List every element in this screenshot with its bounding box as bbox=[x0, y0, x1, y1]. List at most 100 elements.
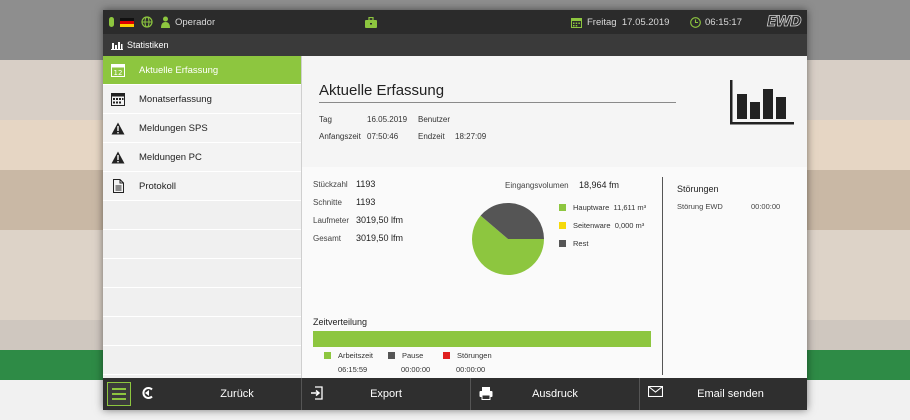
sidebar-empty-row bbox=[103, 288, 301, 317]
legend-value: 11,611 m³ bbox=[613, 203, 647, 212]
sidebar: 12 Aktuelle Erfassung Monatserfassung Me… bbox=[103, 56, 302, 378]
stat-laufmeter: Laufmeter bbox=[313, 216, 349, 225]
statistics-icon bbox=[111, 41, 123, 50]
print-button[interactable]: Ausdruck bbox=[471, 378, 640, 410]
pause-value: 00:00:00 bbox=[401, 365, 431, 374]
menu-icon-line bbox=[112, 388, 126, 390]
operator-label[interactable]: Operador bbox=[175, 10, 215, 34]
volume-pie-chart bbox=[472, 202, 544, 275]
legend-hauptware: Hauptware 11,611 m³ bbox=[559, 203, 646, 212]
menu-icon-line bbox=[112, 398, 126, 400]
export-icon bbox=[311, 386, 323, 400]
sidebar-empty-row bbox=[103, 346, 301, 375]
warning-icon bbox=[111, 150, 125, 164]
vertical-divider bbox=[662, 177, 663, 375]
stat-value: 3019,50 lfm bbox=[356, 215, 404, 225]
german-flag-icon[interactable] bbox=[120, 10, 134, 34]
stat-schnitte-value-wrap: 1193 bbox=[356, 197, 375, 207]
calendar-month-icon bbox=[111, 92, 125, 106]
anfangszeit-label: Anfangszeit bbox=[319, 132, 361, 141]
calendar-icon bbox=[571, 10, 583, 34]
globe-icon[interactable] bbox=[141, 10, 153, 34]
section-title: Statistiken bbox=[127, 40, 169, 50]
date-display: Freitag 17.05.2019 bbox=[587, 10, 669, 34]
legend-pause: Pause bbox=[388, 351, 423, 360]
printer-icon bbox=[479, 387, 493, 400]
status-indicator-icon bbox=[109, 10, 115, 34]
sidebar-empty-row bbox=[103, 317, 301, 346]
back-label: Zurück bbox=[220, 388, 254, 400]
clock-icon bbox=[690, 10, 702, 34]
stat-label: Stückzahl bbox=[313, 180, 348, 189]
legend-swatch bbox=[443, 352, 450, 359]
email-button[interactable]: Email senden bbox=[640, 378, 807, 410]
briefcase-icon[interactable] bbox=[365, 10, 379, 34]
legend-arbeitszeit: Arbeitszeit bbox=[324, 351, 373, 360]
legend-swatch bbox=[388, 352, 395, 359]
legend-label: Pause bbox=[402, 351, 424, 360]
stoerung-ewd-value: 00:00:00 bbox=[751, 202, 781, 211]
sidebar-empty-row bbox=[103, 230, 301, 259]
sidebar-empty-row bbox=[103, 259, 301, 288]
stoerung-ewd-label: Störung EWD bbox=[677, 202, 723, 211]
user-icon[interactable] bbox=[161, 10, 171, 34]
menu-button[interactable] bbox=[107, 382, 131, 406]
sidebar-empty-row bbox=[103, 201, 301, 230]
stat-gesamt: Gesamt bbox=[313, 234, 341, 243]
stoerungen-value: 00:00:00 bbox=[456, 365, 486, 374]
title-underline bbox=[319, 102, 676, 103]
back-arrow-icon bbox=[142, 387, 153, 399]
benutzer-label: Benutzer bbox=[418, 115, 451, 124]
stat-laufmeter-value-wrap: 3019,50 lfm bbox=[356, 215, 403, 225]
day-label: Freitag bbox=[587, 16, 617, 28]
back-button[interactable]: Zurück bbox=[133, 378, 302, 410]
menu-icon-line bbox=[112, 393, 126, 395]
tag-value: 16.05.2019 bbox=[367, 115, 408, 124]
email-label: Email senden bbox=[697, 388, 764, 400]
sidebar-item-meldungen-pc[interactable]: Meldungen PC bbox=[103, 143, 301, 172]
legend-value: 0,000 m³ bbox=[614, 221, 645, 230]
stoerungen-title: Störungen bbox=[677, 184, 719, 194]
sidebar-item-label: Aktuelle Erfassung bbox=[139, 64, 219, 76]
sidebar-item-protokoll[interactable]: Protokoll bbox=[103, 172, 301, 201]
stat-gesamt-value-wrap: 3019,50 lfm bbox=[356, 233, 403, 243]
app-window: Operador Freitag 17.05.2019 06:15:17 EWD… bbox=[103, 10, 807, 410]
document-icon bbox=[111, 179, 125, 193]
legend-label: Seitenware bbox=[573, 221, 611, 230]
stat-label: Laufmeter bbox=[313, 216, 350, 225]
anfangszeit-value: 07:50:46 bbox=[367, 132, 399, 141]
legend-seitenware: Seitenware 0,000 m³ bbox=[559, 221, 644, 230]
legend-stoerungen: Störungen bbox=[443, 351, 492, 360]
stat-value: 3019,50 lfm bbox=[356, 233, 404, 243]
sidebar-item-label: Protokoll bbox=[139, 180, 176, 192]
top-bar: Operador Freitag 17.05.2019 06:15:17 EWD bbox=[103, 10, 807, 34]
ewd-logo: EWD bbox=[767, 10, 805, 34]
endzeit-label: Endzeit bbox=[418, 132, 445, 141]
legend-swatch bbox=[559, 204, 566, 211]
stat-stueckzahl-value-wrap: 1193 bbox=[356, 179, 375, 189]
statistics-panel: Stückzahl 1193 Schnitte 1193 Laufmeter 3… bbox=[302, 167, 807, 378]
logo-text: EWD bbox=[767, 14, 802, 31]
sidebar-item-label: Meldungen PC bbox=[139, 151, 202, 163]
sidebar-item-aktuelle-erfassung[interactable]: 12 Aktuelle Erfassung bbox=[103, 56, 301, 85]
endzeit-value: 18:27:09 bbox=[455, 132, 487, 141]
legend-label: Rest bbox=[573, 239, 589, 248]
export-button[interactable]: Export bbox=[302, 378, 471, 410]
warning-icon bbox=[111, 121, 125, 135]
zeitverteilung-title: Zeitverteilung bbox=[313, 317, 368, 327]
legend-swatch bbox=[559, 222, 566, 229]
section-header: Statistiken bbox=[103, 34, 807, 56]
legend-label: Hauptware bbox=[573, 203, 610, 212]
sidebar-item-monatserfassung[interactable]: Monatserfassung bbox=[103, 85, 301, 114]
calendar-day-icon: 12 bbox=[111, 63, 125, 77]
page-title: Aktuelle Erfassung bbox=[319, 82, 445, 99]
export-label: Export bbox=[370, 388, 402, 400]
zeitverteilung-bar bbox=[313, 331, 651, 347]
bar-chart-icon bbox=[730, 80, 794, 125]
print-label: Ausdruck bbox=[532, 388, 578, 400]
legend-label: Arbeitszeit bbox=[338, 351, 374, 360]
eingangsvolumen-value-wrap: 18,964 fm bbox=[579, 180, 619, 190]
sidebar-item-meldungen-sps[interactable]: Meldungen SPS bbox=[103, 114, 301, 143]
stat-label: Schnitte bbox=[313, 198, 342, 207]
tag-label: Tag bbox=[319, 115, 332, 124]
